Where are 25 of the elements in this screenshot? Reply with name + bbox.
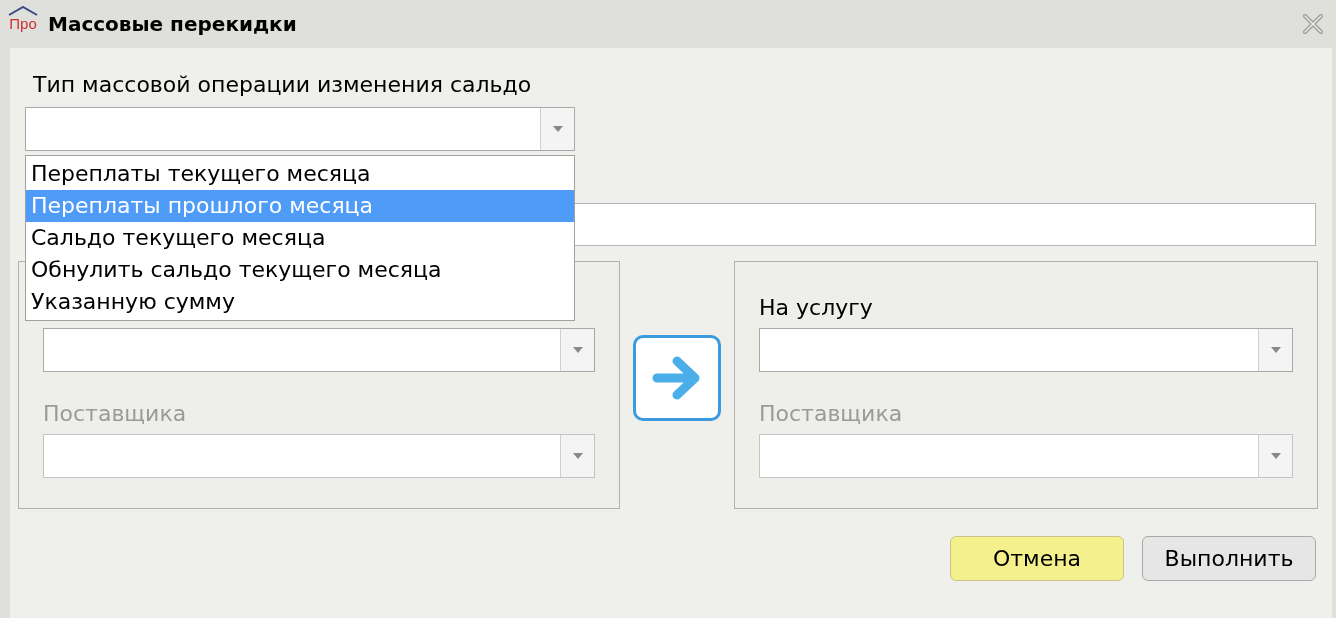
combo-box[interactable] bbox=[43, 328, 595, 372]
caret-icon bbox=[572, 453, 583, 459]
combo-box[interactable] bbox=[759, 328, 1293, 372]
dialog-button[interactable]: Выполнить bbox=[1142, 536, 1316, 581]
dropdown-option[interactable]: Указанную сумму bbox=[26, 286, 574, 318]
dialog-button[interactable]: Отмена bbox=[950, 536, 1124, 581]
field-label: Тип массовой операции изменения сальдо bbox=[33, 72, 532, 97]
window-title: Массовые перекидки bbox=[48, 11, 297, 38]
field-label: Поставщика bbox=[759, 400, 903, 428]
dropdown-option[interactable]: Переплаты текущего месяца bbox=[26, 158, 574, 190]
arrow-button[interactable] bbox=[633, 335, 721, 421]
caret-icon bbox=[552, 126, 563, 132]
caret-icon bbox=[1270, 347, 1281, 353]
house-roof-icon bbox=[8, 6, 38, 16]
dropdown-option[interactable]: Сальдо текущего месяца bbox=[26, 222, 574, 254]
dropdown-option[interactable]: Обнулить сальдо текущего месяца bbox=[26, 254, 574, 286]
field-label: На услугу bbox=[759, 294, 873, 322]
combo-box[interactable] bbox=[759, 434, 1293, 478]
caret-icon bbox=[572, 347, 583, 353]
field-label: Поставщика bbox=[43, 400, 187, 428]
app-logo: Про bbox=[6, 6, 40, 42]
caret-icon bbox=[1270, 453, 1281, 459]
combo-box[interactable] bbox=[25, 107, 575, 151]
close-icon[interactable] bbox=[1302, 13, 1324, 35]
combo-box[interactable] bbox=[43, 434, 595, 478]
